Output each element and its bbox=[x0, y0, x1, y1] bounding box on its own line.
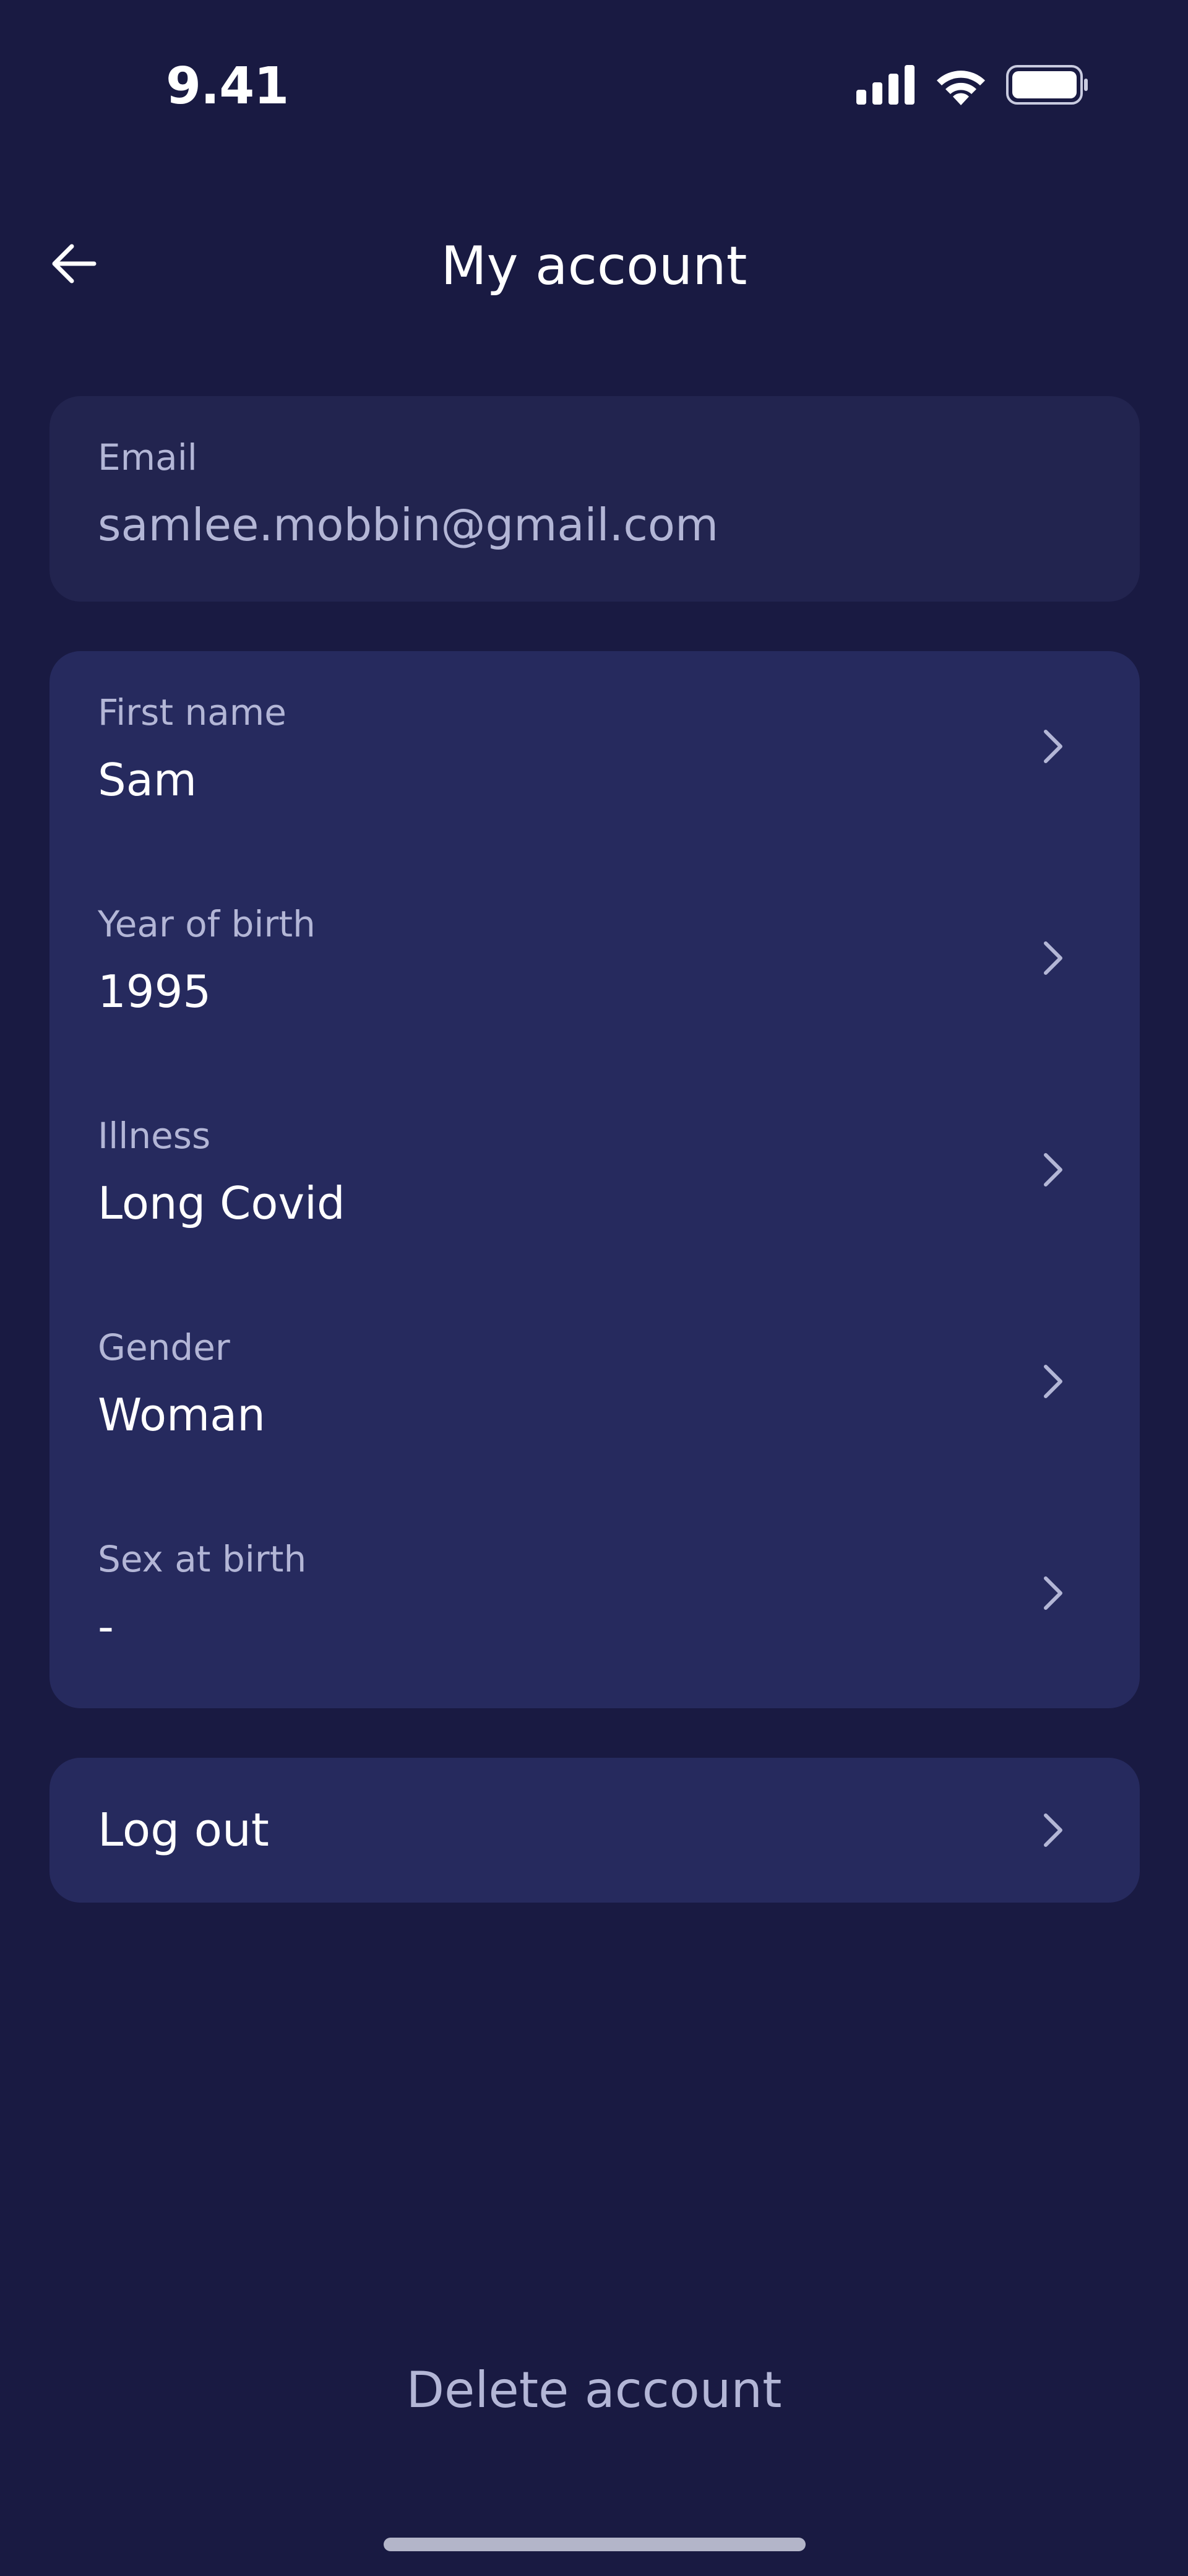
status-icons bbox=[856, 64, 1089, 108]
chevron-right-icon bbox=[1035, 722, 1072, 771]
page-title: My account bbox=[441, 235, 747, 297]
cellular-signal-icon bbox=[856, 65, 916, 107]
year-of-birth-label: Year of birth bbox=[98, 903, 316, 945]
detail-row-illness[interactable]: Illness Long Covid bbox=[50, 1118, 1140, 1329]
status-time: 9.41 bbox=[166, 57, 289, 116]
chevron-right-icon bbox=[1035, 1357, 1072, 1406]
email-label: Email bbox=[98, 436, 197, 478]
detail-row-sex-at-birth[interactable]: Sex at birth - bbox=[50, 1541, 1140, 1753]
wifi-icon bbox=[933, 64, 989, 108]
battery-icon bbox=[1006, 65, 1089, 107]
delete-account-button[interactable]: Delete account bbox=[0, 2361, 1188, 2419]
illness-label: Illness bbox=[98, 1115, 211, 1157]
gender-value: Woman bbox=[98, 1389, 265, 1441]
sex-at-birth-value: - bbox=[98, 1601, 114, 1653]
illness-value: Long Covid bbox=[98, 1177, 345, 1229]
gender-label: Gender bbox=[98, 1326, 230, 1368]
logout-label: Log out bbox=[98, 1804, 269, 1857]
sex-at-birth-label: Sex at birth bbox=[98, 1538, 307, 1580]
first-name-label: First name bbox=[98, 691, 286, 733]
logout-button[interactable]: Log out bbox=[50, 1758, 1140, 1903]
year-of-birth-value: 1995 bbox=[98, 966, 212, 1018]
email-card: Email samlee.mobbin@gmail.com bbox=[50, 396, 1140, 602]
chevron-right-icon bbox=[1035, 1805, 1072, 1855]
email-value: samlee.mobbin@gmail.com bbox=[98, 499, 719, 551]
profile-details-card: First name Sam Year of birth 1995 Illnes… bbox=[50, 651, 1140, 1708]
detail-row-year-of-birth[interactable]: Year of birth 1995 bbox=[50, 906, 1140, 1118]
chevron-right-icon bbox=[1035, 1568, 1072, 1618]
detail-row-first-name[interactable]: First name Sam bbox=[50, 694, 1140, 906]
first-name-value: Sam bbox=[98, 754, 197, 806]
home-indicator bbox=[384, 2538, 806, 2551]
chevron-right-icon bbox=[1035, 1145, 1072, 1195]
detail-row-gender[interactable]: Gender Woman bbox=[50, 1329, 1140, 1541]
my-account-screen: 9.41 My account Email samlee.mobbin@gmai… bbox=[0, 0, 1188, 2576]
chevron-right-icon bbox=[1035, 933, 1072, 983]
